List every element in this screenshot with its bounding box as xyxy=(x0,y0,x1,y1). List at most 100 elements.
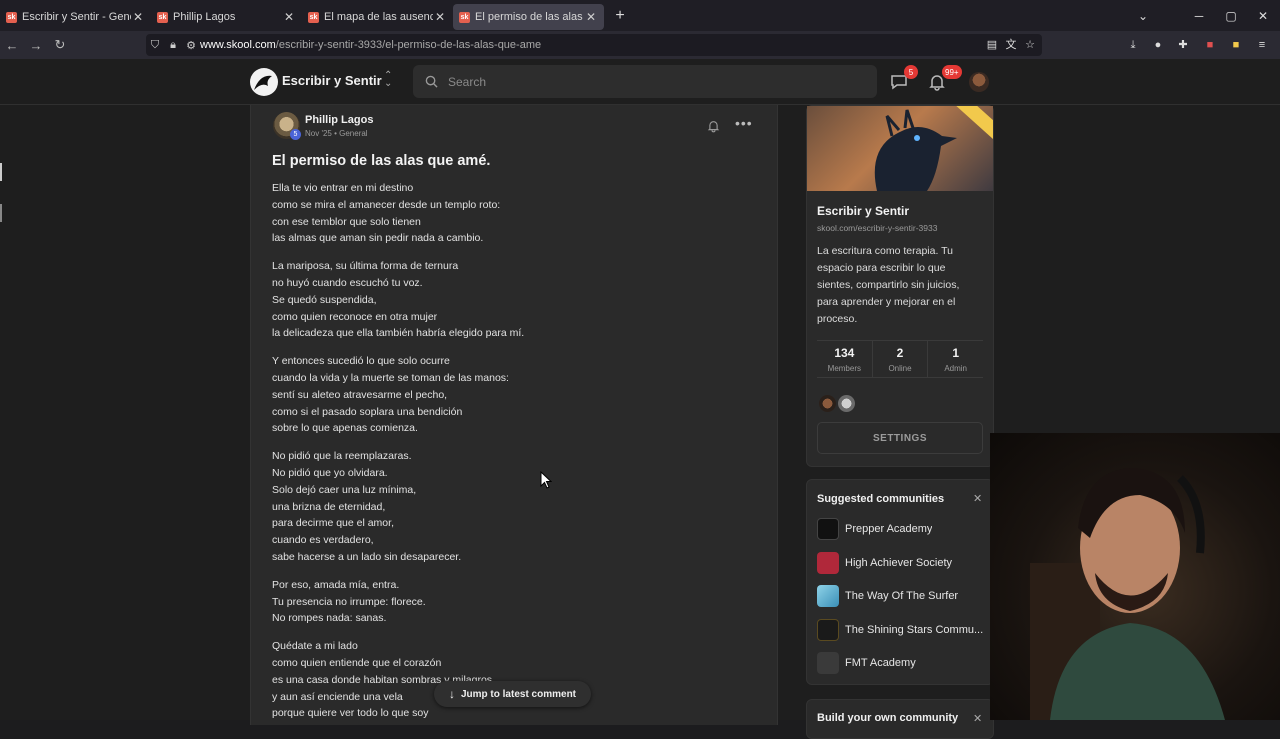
search-icon xyxy=(425,75,438,88)
stat-label: Members xyxy=(827,364,861,373)
address-bar[interactable]: ⛉ 🔒︎ ⚙︎ www.skool.com /escribir-y-sentir… xyxy=(146,34,1042,56)
community-name: The Way Of The Surfer xyxy=(845,590,959,602)
community-logo xyxy=(817,619,839,641)
stat-value: 1 xyxy=(952,346,960,360)
close-tab-icon[interactable]: ✕ xyxy=(131,10,145,24)
jump-to-latest-button[interactable]: ↓ Jump to latest comment xyxy=(434,681,591,707)
user-avatar[interactable] xyxy=(969,72,989,92)
stat-admin[interactable]: 1 Admin xyxy=(928,341,983,377)
stat-label: Online xyxy=(888,364,912,373)
minimize-icon[interactable]: ─ xyxy=(1184,0,1214,31)
mouse-cursor-icon xyxy=(540,471,552,489)
bookmark-star-icon[interactable]: ☆ xyxy=(1022,37,1038,53)
community-name: High Achiever Society xyxy=(845,557,952,569)
chat-badge: 5 xyxy=(904,65,918,79)
suggested-community[interactable]: FMT Academy xyxy=(817,652,989,674)
jump-label: Jump to latest comment xyxy=(460,688,577,700)
poem-line: Ella te vio entrar en mi destino xyxy=(272,182,414,194)
skool-favicon-icon: sk xyxy=(157,11,168,23)
poem-line: Quédate a mi lado xyxy=(272,640,358,653)
permissions-icon: ⚙︎ xyxy=(186,39,196,52)
stat-value: 134 xyxy=(834,346,855,360)
member-avatars xyxy=(819,395,857,412)
extension-icon[interactable]: ● xyxy=(1150,37,1166,53)
poem-line: Y entonces sucedió lo que solo ocurre xyxy=(272,355,450,368)
site-header: Escribir y Sentir ⌃⌄ 5 99+ xyxy=(0,59,1280,105)
stat-members[interactable]: 134 Members xyxy=(817,341,873,377)
poem-line: No pidió que la reemplazaras. xyxy=(272,450,412,463)
close-tab-icon[interactable]: ✕ xyxy=(433,10,447,24)
group-logo[interactable] xyxy=(250,68,278,96)
community-logo xyxy=(817,652,839,674)
browser-tab[interactable]: sk Phillip Lagos ✕ xyxy=(151,4,302,30)
group-card-name[interactable]: Escribir y Sentir xyxy=(817,204,909,218)
close-tab-icon[interactable]: ✕ xyxy=(584,10,598,24)
new-tab-icon[interactable]: + xyxy=(608,7,632,25)
group-switcher-icon[interactable]: ⌃ ⌄ xyxy=(384,71,392,89)
build-community-card: Build your own community ✕ xyxy=(806,699,994,739)
stanza: No pidió que la reemplazaras. No pidió q… xyxy=(272,448,752,566)
close-icon[interactable]: ✕ xyxy=(973,492,982,505)
browser-toolbar: ← → ↻ ⛉ 🔒︎ ⚙︎ www.skool.com /escribir-y-… xyxy=(0,31,1280,59)
poem-line: No pidió que yo olvidara. xyxy=(272,466,388,479)
reader-view-icon[interactable]: ▤ xyxy=(984,37,1000,53)
group-description: La escritura como terapia. Tu espacio pa… xyxy=(817,245,960,325)
webcam-overlay xyxy=(990,433,1280,720)
author-name[interactable]: Phillip Lagos xyxy=(305,114,373,126)
settings-button[interactable]: SETTINGS xyxy=(817,422,983,454)
tab-title: El permiso de las alas que amé. xyxy=(475,11,584,23)
notify-bell-icon[interactable] xyxy=(707,119,720,133)
close-tab-icon[interactable]: ✕ xyxy=(282,10,296,24)
group-cover-image xyxy=(807,106,993,191)
back-icon[interactable]: ← xyxy=(0,38,24,53)
stat-online[interactable]: 2 Online xyxy=(873,341,929,377)
community-logo xyxy=(817,552,839,574)
browser-tab[interactable]: sk Escribir y Sentir - General ✕ xyxy=(0,4,151,30)
suggested-community[interactable]: Prepper Academy xyxy=(817,518,989,540)
avatar[interactable] xyxy=(838,395,855,412)
browser-tab-bar: sk Escribir y Sentir - General ✕ sk Phil… xyxy=(0,0,1280,31)
close-icon[interactable]: ✕ xyxy=(973,712,982,725)
menu-hamburger-icon[interactable]: ≡ xyxy=(1254,37,1270,53)
browser-tab[interactable]: sk El mapa de las ausencias I - Escr ✕ xyxy=(302,4,453,30)
stat-value: 2 xyxy=(896,346,904,360)
suggested-community[interactable]: The Way Of The Surfer xyxy=(817,585,989,607)
poem-line: Se quedó suspendida, xyxy=(272,293,377,306)
poem-line: para decirme que el amor, xyxy=(272,517,394,530)
extension-badge-icon[interactable]: ■ xyxy=(1202,37,1218,53)
poem-line: como se mira el amanecer desde un templo… xyxy=(272,198,501,211)
forward-icon[interactable]: → xyxy=(24,38,48,53)
poem-line: Por eso, amada mía, entra. xyxy=(272,578,400,591)
poem-line: con ese temblor que solo tienen xyxy=(272,215,421,228)
extension-r-icon[interactable]: ■ xyxy=(1228,37,1244,53)
avatar[interactable] xyxy=(819,395,836,412)
browser-tab-active[interactable]: sk El permiso de las alas que amé. ✕ xyxy=(453,4,604,30)
post-card: 5 Phillip Lagos Nov '25 • General ••• El… xyxy=(250,105,778,725)
downloads-icon[interactable]: ⤓ xyxy=(1125,37,1141,53)
search-input[interactable] xyxy=(448,74,848,89)
more-options-icon[interactable]: ••• xyxy=(735,115,753,131)
skool-favicon-icon: sk xyxy=(308,11,319,23)
maximize-icon[interactable]: ▢ xyxy=(1216,0,1246,31)
community-logo xyxy=(817,518,839,540)
build-title: Build your own community xyxy=(817,712,959,724)
poem-line: sentí su aleteo atravesarme el pecho, xyxy=(272,388,448,401)
poem-line: como si el pasado soplara una bendición xyxy=(272,405,463,418)
reload-icon[interactable]: ↻ xyxy=(48,37,72,53)
suggested-community[interactable]: High Achiever Society xyxy=(817,552,989,574)
community-name: Prepper Academy xyxy=(845,523,933,535)
tab-list-chevron-icon[interactable]: ⌄ xyxy=(1128,0,1158,31)
window-close-icon[interactable]: ✕ xyxy=(1248,0,1278,31)
translate-icon[interactable]: 文 xyxy=(1003,37,1019,53)
skool-favicon-icon: sk xyxy=(6,11,17,23)
suggested-community[interactable]: The Shining Stars Commu... xyxy=(817,619,989,641)
search-bar[interactable] xyxy=(413,65,877,98)
left-edge-indicator xyxy=(0,163,2,181)
poem-line: Tu presencia no irrumpe: florece. xyxy=(272,595,426,608)
extensions-puzzle-icon[interactable]: ✚ xyxy=(1175,37,1191,53)
stanza: Ella te vio entrar en mi destino como se… xyxy=(272,180,752,247)
group-name[interactable]: Escribir y Sentir xyxy=(282,73,382,88)
notification-badge: 99+ xyxy=(942,65,962,79)
webcam-person-image xyxy=(1030,468,1225,720)
post-title: El permiso de las alas que amé. xyxy=(272,153,491,169)
